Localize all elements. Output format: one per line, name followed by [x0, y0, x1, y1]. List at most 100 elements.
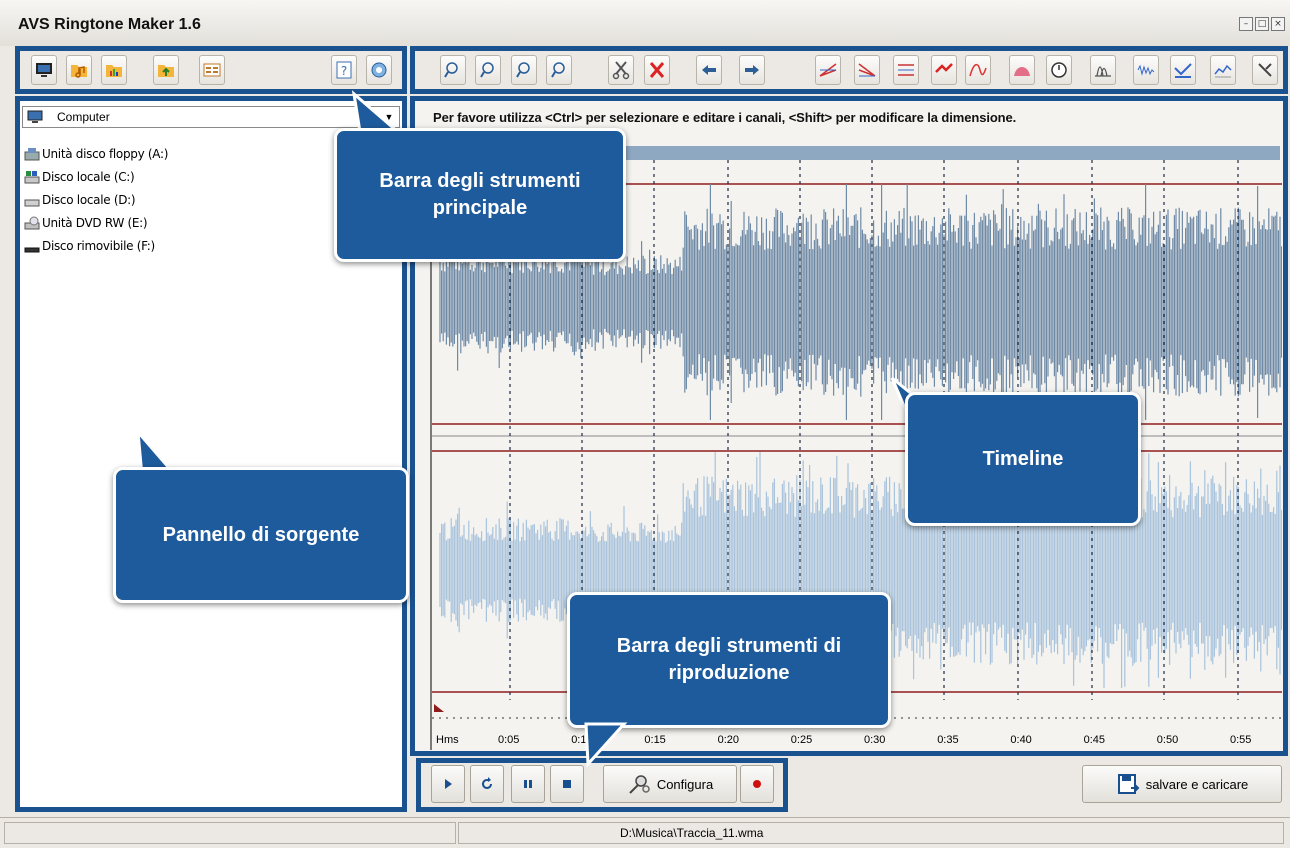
music-folder-button[interactable] — [66, 55, 92, 85]
delete-button[interactable] — [644, 55, 670, 85]
save-upload-button[interactable]: salvare e caricare — [1082, 765, 1282, 803]
cut-button[interactable] — [608, 55, 634, 85]
redo-icon — [745, 65, 759, 75]
callout-timeline: Timeline — [905, 392, 1141, 526]
list-view-button[interactable] — [199, 55, 225, 85]
configure-button[interactable]: Configura — [603, 765, 737, 803]
upload-folder-button[interactable] — [153, 55, 179, 85]
reverb-icon — [1014, 67, 1030, 76]
zoom-selection-icon — [516, 62, 530, 78]
svg-text:?: ? — [341, 64, 347, 78]
dvd-drive-icon — [24, 216, 40, 230]
tools-button[interactable] — [1252, 55, 1278, 85]
drive-item[interactable]: Unità DVD RW (E:) — [24, 212, 148, 234]
stop-button[interactable] — [550, 765, 584, 803]
status-segment — [4, 822, 456, 844]
cut-icon — [612, 61, 630, 80]
ruler-unit: Hms — [436, 734, 459, 746]
help-button[interactable]: ? — [331, 55, 357, 85]
help-icon: ? — [336, 61, 352, 79]
record-button[interactable] — [740, 765, 774, 803]
zoom-all-icon — [551, 62, 565, 78]
normalize-button[interactable] — [893, 55, 919, 85]
zoom-in-button[interactable] — [440, 55, 466, 85]
callout-source-panel: Pannello di sorgente — [113, 467, 409, 603]
zoom-out-button[interactable] — [475, 55, 501, 85]
hard-disk-icon — [24, 199, 40, 207]
noise-icon — [1137, 64, 1155, 76]
spectrum-button[interactable] — [1210, 55, 1236, 85]
upload-folder-icon — [158, 65, 174, 77]
callout-tail — [584, 722, 628, 768]
support-button[interactable] — [366, 55, 392, 85]
callout-playback-toolbar: Barra degli strumenti di riproduzione — [567, 592, 891, 728]
list-view-icon — [203, 63, 221, 77]
zoom-selection-button[interactable] — [511, 55, 537, 85]
undo-icon — [702, 65, 716, 75]
chorus-button[interactable] — [1090, 55, 1116, 85]
play-icon — [445, 779, 452, 789]
zoom-out-icon — [480, 62, 494, 78]
timer-icon — [1051, 62, 1067, 78]
computer-icon — [27, 110, 43, 123]
minimize-button[interactable]: – — [1239, 17, 1253, 31]
zoom-all-button[interactable] — [546, 55, 572, 85]
ruler-tick-label: 0:25 — [790, 734, 813, 746]
removable-disk-icon — [24, 247, 40, 253]
close-button[interactable]: × — [1271, 17, 1285, 31]
location-label: Computer — [57, 110, 110, 124]
compressor-button[interactable] — [1170, 55, 1196, 85]
pause-icon — [524, 780, 532, 788]
stop-icon — [563, 780, 571, 788]
window-title: AVS Ringtone Maker 1.6 — [18, 16, 201, 33]
timer-button[interactable] — [1046, 55, 1072, 85]
chorus-icon — [1095, 66, 1111, 77]
music-folder-icon — [71, 65, 87, 78]
maximize-button[interactable]: □ — [1255, 17, 1269, 31]
record-icon — [753, 780, 761, 788]
ruler-tick-label: 0:55 — [1230, 734, 1252, 746]
fade-out-button[interactable] — [854, 55, 880, 85]
fade-in-icon — [819, 63, 837, 77]
microphone-settings-icon — [629, 775, 650, 794]
spectrum-icon — [1214, 64, 1232, 78]
loop-icon — [482, 777, 492, 789]
computer-button[interactable] — [31, 55, 57, 85]
normalize-icon — [898, 64, 914, 76]
ruler-tick-label: 0:05 — [498, 734, 520, 746]
undo-button[interactable] — [696, 55, 722, 85]
ruler-tick-label: 0:45 — [1083, 734, 1106, 746]
delete-icon — [649, 62, 665, 78]
save-label: salvare e caricare — [1145, 776, 1249, 792]
loop-button[interactable] — [470, 765, 504, 803]
support-icon — [371, 62, 387, 78]
amplify-icon — [935, 63, 953, 73]
chart-folder-icon — [106, 65, 122, 77]
save-icon — [1117, 774, 1140, 794]
drive-label: Disco rimovibile (F:) — [42, 239, 155, 253]
drive-item[interactable]: Unità disco floppy (A:) — [24, 143, 168, 165]
status-segment — [458, 822, 1284, 844]
equalizer-button[interactable] — [965, 55, 991, 85]
ruler-tick-label: 0:15 — [644, 734, 666, 746]
chart-folder-button[interactable] — [101, 55, 127, 85]
ruler-tick-label: 0:20 — [717, 734, 740, 746]
drive-label: Disco locale (D:) — [42, 193, 136, 207]
noise-button[interactable] — [1133, 55, 1159, 85]
drive-label: Unità DVD RW (E:) — [42, 216, 148, 230]
pause-button[interactable] — [511, 765, 545, 803]
drive-item[interactable]: Disco rimovibile (F:) — [24, 235, 155, 257]
drive-item[interactable]: Disco locale (C:) — [24, 166, 135, 188]
reverb-button[interactable] — [1009, 55, 1035, 85]
start-marker-icon[interactable] — [434, 704, 444, 712]
amplify-button[interactable] — [931, 55, 957, 85]
compressor-icon — [1174, 63, 1192, 78]
equalizer-icon — [969, 63, 987, 77]
redo-button[interactable] — [739, 55, 765, 85]
play-button[interactable] — [431, 765, 465, 803]
drive-label: Unità disco floppy (A:) — [42, 147, 169, 161]
ruler-tick-label: 0:30 — [864, 734, 886, 746]
fade-in-button[interactable] — [815, 55, 841, 85]
drive-item[interactable]: Disco locale (D:) — [24, 189, 136, 211]
floppy-drive-icon — [24, 148, 40, 161]
